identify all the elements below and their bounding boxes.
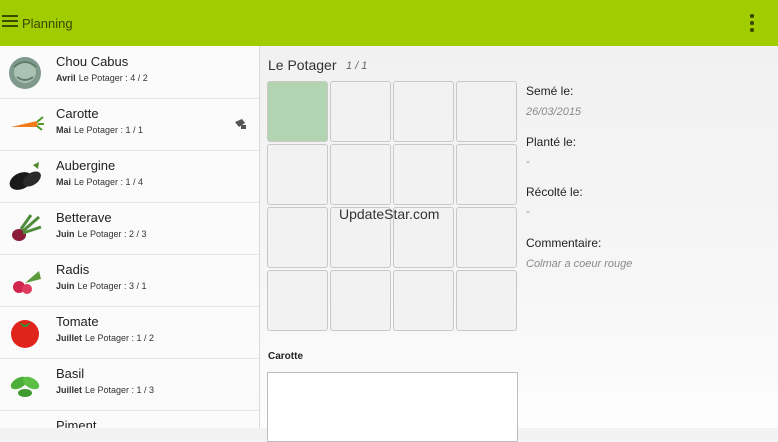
vertical-dots-icon[interactable] bbox=[746, 13, 758, 33]
grid-cell[interactable] bbox=[393, 144, 454, 205]
item-location: Le Potager : 1 / 4 bbox=[74, 177, 144, 187]
grid-cell[interactable] bbox=[330, 270, 391, 331]
item-name: Radis bbox=[56, 262, 90, 277]
list-item[interactable]: Basil Juillet Le Potager : 1 / 3 bbox=[0, 358, 259, 411]
item-name: Chou Cabus bbox=[56, 54, 129, 69]
item-location: Le Potager : 1 / 2 bbox=[85, 333, 155, 343]
grid-cell[interactable] bbox=[456, 270, 517, 331]
item-meta: Avril Le Potager : 4 / 2 bbox=[56, 73, 148, 83]
radish-icon bbox=[13, 271, 41, 294]
planted-label: Planté le: bbox=[526, 135, 577, 149]
item-month: Juin bbox=[56, 229, 75, 239]
vegetable-list: Chou Cabus Avril Le Potager : 4 / 2 Carot… bbox=[0, 46, 260, 428]
planted-value: - bbox=[526, 156, 530, 168]
pepper-icon bbox=[5, 417, 45, 428]
notes-field[interactable] bbox=[267, 372, 518, 442]
item-location: Le Potager : 1 / 3 bbox=[85, 385, 155, 395]
basil-icon bbox=[10, 376, 40, 397]
app-bar: Planning bbox=[0, 0, 778, 46]
item-meta: Mai Le Potager : 1 / 1 bbox=[56, 125, 143, 135]
item-name: Basil bbox=[56, 366, 85, 381]
item-month: Mai bbox=[56, 125, 72, 135]
item-location: Le Potager : 1 / 1 bbox=[74, 125, 144, 135]
item-month: Juin bbox=[56, 281, 75, 291]
selected-vegetable-name: Carotte bbox=[268, 351, 304, 362]
grid-cell[interactable] bbox=[330, 144, 391, 205]
list-item[interactable]: Aubergine Mai Le Potager : 1 / 4 bbox=[0, 150, 259, 203]
garden-page-indicator: 1 / 1 bbox=[346, 60, 368, 72]
item-meta: Juillet Le Potager : 1 / 3 bbox=[56, 385, 154, 395]
cabbage-icon bbox=[9, 57, 41, 89]
list-item[interactable]: Carotte Mai Le Potager : 1 / 1 bbox=[0, 98, 259, 151]
grid-cell[interactable] bbox=[393, 270, 454, 331]
grid-cell[interactable] bbox=[456, 207, 517, 268]
harvested-label: Récolté le: bbox=[526, 185, 583, 199]
watering-can-icon[interactable] bbox=[233, 116, 247, 130]
grid-cell[interactable] bbox=[267, 207, 328, 268]
list-item[interactable]: Chou Cabus Avril Le Potager : 4 / 2 bbox=[0, 46, 259, 99]
list-item[interactable]: Tomate Juillet Le Potager : 1 / 2 bbox=[0, 306, 259, 359]
comment-label: Commentaire: bbox=[526, 236, 602, 250]
comment-value: Colmar a coeur rouge bbox=[526, 258, 633, 270]
item-name: Betterave bbox=[56, 210, 112, 225]
item-meta: Juillet Le Potager : 1 / 2 bbox=[56, 333, 154, 343]
sown-value: 26/03/2015 bbox=[526, 106, 582, 118]
list-item[interactable]: Piment bbox=[0, 410, 259, 428]
tomato-icon bbox=[11, 320, 39, 348]
sown-label: Semé le: bbox=[526, 84, 574, 98]
garden-title: Le Potager bbox=[268, 57, 337, 73]
hamburger-icon[interactable] bbox=[2, 15, 18, 29]
item-location: Le Potager : 4 / 2 bbox=[78, 73, 148, 83]
item-meta: Juin Le Potager : 2 / 3 bbox=[56, 229, 147, 239]
grid-cell[interactable] bbox=[267, 270, 328, 331]
list-item[interactable]: Betterave Juin Le Potager : 2 / 3 bbox=[0, 202, 259, 255]
garden-panel: Le Potager 1 / 1 UpdateStar.com Semé le:… bbox=[260, 46, 778, 442]
item-month: Juillet bbox=[56, 385, 83, 395]
carrot-icon bbox=[11, 116, 44, 131]
item-location: Le Potager : 3 / 1 bbox=[77, 281, 147, 291]
item-name: Tomate bbox=[56, 314, 99, 329]
item-meta: Juin Le Potager : 3 / 1 bbox=[56, 281, 147, 291]
item-name: Carotte bbox=[56, 106, 99, 121]
grid-cell[interactable] bbox=[330, 81, 391, 142]
item-meta: Mai Le Potager : 1 / 4 bbox=[56, 177, 143, 187]
item-name: Aubergine bbox=[56, 158, 116, 173]
item-month: Mai bbox=[56, 177, 72, 187]
app-title: Planning bbox=[22, 16, 73, 31]
harvested-value: - bbox=[526, 206, 530, 218]
beet-icon bbox=[12, 214, 42, 241]
grid-cell[interactable] bbox=[267, 144, 328, 205]
item-name: Piment bbox=[56, 418, 97, 428]
item-month: Juillet bbox=[56, 333, 83, 343]
watermark: UpdateStar.com bbox=[339, 206, 440, 222]
item-location: Le Potager : 2 / 3 bbox=[77, 229, 147, 239]
eggplant-icon bbox=[9, 162, 41, 190]
grid-cell[interactable] bbox=[456, 144, 517, 205]
grid-cell[interactable] bbox=[393, 81, 454, 142]
grid-cell[interactable] bbox=[267, 81, 328, 142]
grid-cell[interactable] bbox=[456, 81, 517, 142]
item-month: Avril bbox=[56, 73, 76, 83]
list-item[interactable]: Radis Juin Le Potager : 3 / 1 bbox=[0, 254, 259, 307]
